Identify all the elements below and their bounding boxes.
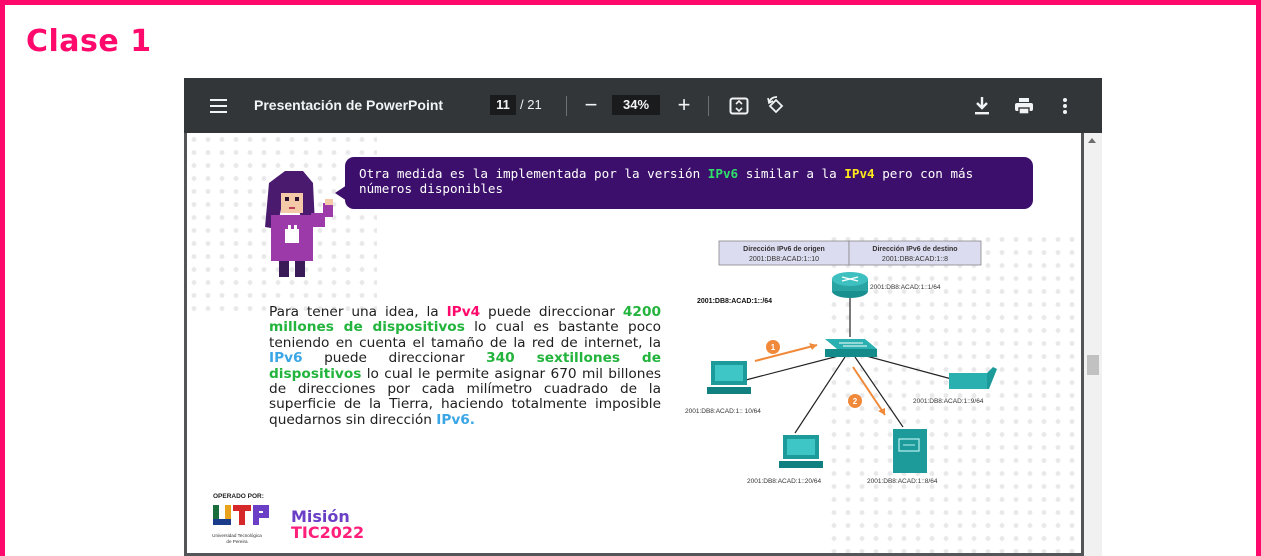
packet-arrow-2 [852, 366, 886, 416]
network-label: 2001:DB8:ACAD:1::/64 [697, 298, 772, 305]
bubble-keyword-ipv4: IPv4 [844, 166, 875, 181]
scroll-thumb[interactable] [1087, 355, 1099, 375]
switch-icon [825, 339, 877, 349]
tic-text: TIC2022 [291, 523, 365, 542]
step-1-label: 1 [771, 343, 776, 352]
highlight-ipv6: IPv6 [269, 350, 303, 367]
destination-header-value: 2001:DB8:ACAD:1::8 [882, 256, 948, 263]
toolbar-divider [566, 96, 567, 116]
bubble-keyword-ipv6: IPv6 [707, 166, 739, 181]
highlight-ipv4: IPv4 [446, 304, 481, 320]
utp-logo [213, 505, 269, 525]
bubble-text: números disponibles [359, 181, 504, 196]
vertical-scrollbar[interactable] [1084, 133, 1102, 556]
slide-paragraph: Para tener una idea, la IPv4 puede direc… [269, 304, 661, 428]
speech-bubble: Otra medida es la implementada por la ve… [345, 157, 1033, 209]
source-header-title: Dirección IPv6 de origen [743, 246, 825, 253]
paragraph-text: puede direccionar [302, 350, 487, 367]
source-header-value: 2001:DB8:ACAD:1::10 [749, 256, 819, 263]
document-title: Presentación de PowerPoint [254, 97, 444, 113]
zoom-level-input[interactable]: 34% [612, 95, 660, 115]
utp-university-name: Universidad Tecnológica de Pereira [212, 533, 262, 544]
pc-bottom-address: 2001:DB8:ACAD:1::20/64 [747, 478, 821, 485]
toolbar-divider [708, 96, 709, 116]
bubble-text: pero con más [874, 166, 974, 181]
bubble-text: similar a la [738, 166, 845, 181]
page-heading: Clase 1 [26, 24, 152, 59]
server-address: 2001:DB8:ACAD:1::8/64 [867, 478, 938, 485]
packet-arrow-1 [754, 344, 818, 362]
step-2-label: 2 [853, 397, 858, 406]
pc-left-address: 2001:DB8:ACAD:1:: 10/64 [685, 408, 761, 415]
mision-tic-logo: Misión TIC2022 [291, 509, 364, 541]
paragraph-text: puede direccionar [480, 304, 623, 320]
printer-address: 2001:DB8:ACAD:1::9/64 [913, 398, 984, 405]
slide-page: Otra medida es la implementada por la ve… [187, 133, 1081, 553]
bubble-text: Otra medida es la implementada por la ve… [359, 166, 708, 181]
operated-by-label: OPERADO POR: [213, 493, 264, 500]
page-total: / 21 [520, 97, 542, 112]
scroll-up-icon[interactable] [1088, 138, 1096, 143]
rotate-icon[interactable] [763, 93, 789, 119]
paragraph-text: Para tener una idea, la [269, 304, 447, 320]
zoom-in-button[interactable]: + [674, 92, 694, 118]
print-icon[interactable] [1011, 94, 1037, 118]
network-diagram: Dirección IPv6 de origen 2001:DB8:ACAD:1… [685, 240, 997, 485]
pdf-viewer: Presentación de PowerPoint 11 / 21 − 34%… [184, 78, 1102, 556]
highlight-ipv6: IPv6. [436, 411, 476, 428]
zoom-out-button[interactable]: − [581, 92, 601, 118]
page-number-input[interactable]: 11 [490, 95, 516, 115]
pdf-toolbar: Presentación de PowerPoint 11 / 21 − 34%… [184, 78, 1102, 133]
download-icon[interactable] [970, 94, 994, 118]
destination-header-title: Dirección IPv6 de destino [872, 246, 957, 253]
router-address: 2001:DB8:ACAD:1::1/64 [870, 284, 941, 291]
menu-icon[interactable] [202, 95, 236, 117]
more-options-icon[interactable] [1054, 94, 1076, 118]
fit-page-icon[interactable] [726, 94, 752, 118]
